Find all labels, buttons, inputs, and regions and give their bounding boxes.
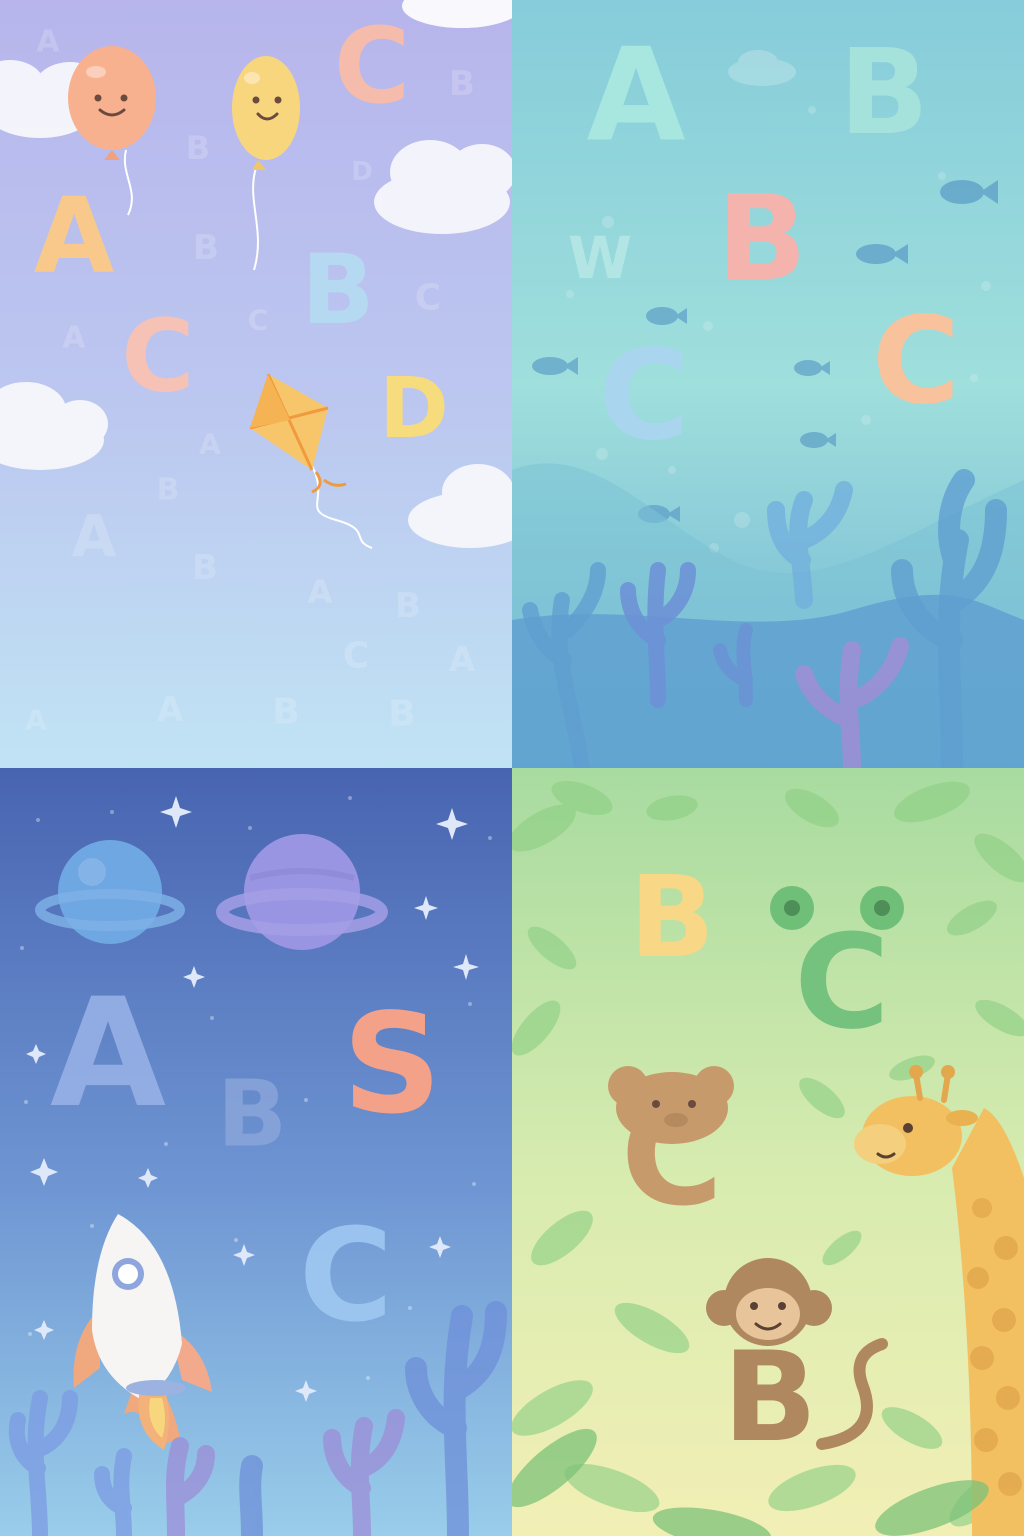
letter-c: C (872, 293, 960, 432)
letter-b: B (717, 169, 807, 307)
faint-letter: A (308, 573, 333, 611)
faint-letter: D (351, 157, 373, 187)
faint-letter: A (199, 428, 221, 461)
letter-c: C (121, 298, 194, 415)
faint-letter: B (272, 692, 299, 733)
letter-b: B (301, 234, 374, 346)
faint-letter: A (157, 690, 184, 730)
letter-a: A (586, 22, 685, 171)
faint-letter: C (415, 278, 441, 319)
faint-letter: B (388, 694, 415, 735)
sky-scene: A B B D B C A C A B A B A B C A A B B A (0, 0, 512, 768)
space-panel: A B S C (0, 768, 512, 1536)
faint-letter: B (157, 473, 180, 508)
letter-c: C (334, 5, 410, 127)
letter-s: S (342, 984, 441, 1145)
faint-letter: B (192, 548, 218, 588)
letter-b: B (629, 853, 714, 983)
faint-letter: B (193, 228, 219, 268)
sea-scene: W A B B C C (512, 0, 1024, 768)
faint-letter: A (36, 25, 60, 60)
faint-letter: A (25, 704, 47, 737)
letter-a: A (50, 967, 166, 1141)
faint-letter: B (186, 129, 210, 167)
letter-c: C (598, 324, 689, 468)
letter-b: B (723, 1326, 818, 1470)
faint-letter: C (248, 304, 269, 337)
jungle-scene: B C C B (512, 768, 1024, 1536)
faint-letter: B (449, 64, 475, 104)
abc-wallpaper-grid: A B B D B C A C A B A B A B C A A B B A (0, 0, 1024, 1536)
faint-letter: A (449, 640, 476, 680)
letter-b: B (839, 23, 929, 161)
letter-c: C (299, 1202, 393, 1351)
jungle-panel: B C C B (512, 768, 1024, 1536)
faint-letter: A (72, 502, 117, 570)
letter-a: A (34, 175, 115, 297)
sky-panel: A B B D B C A C A B A B A B C A A B B A (0, 0, 512, 768)
letter-b: B (217, 1061, 287, 1168)
space-scene: A B S C (0, 768, 512, 1536)
letter-d: D (379, 359, 449, 457)
faint-letter: C (343, 636, 369, 677)
sea-panel: W A B B C C (512, 0, 1024, 768)
letter-w: W (568, 224, 632, 292)
faint-letter: B (395, 586, 421, 626)
faint-letter: A (62, 321, 86, 356)
